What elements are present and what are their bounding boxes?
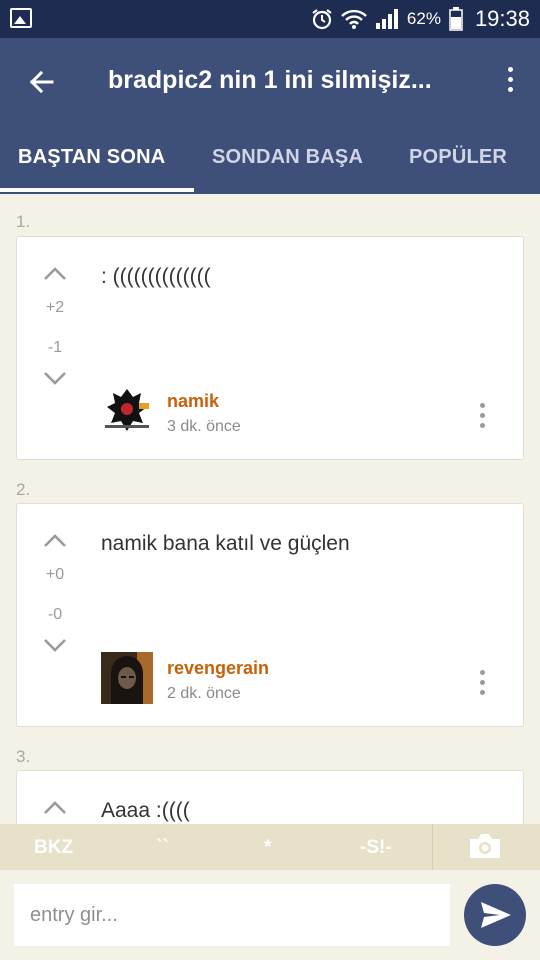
app-bar: bradpic2 nin 1 ini silmişiz... — [0, 38, 540, 122]
tab-populer[interactable]: POPÜLER — [409, 146, 507, 169]
upvote-count: +0 — [45, 566, 65, 583]
battery-percent: 62% — [406, 9, 441, 28]
avatar-hooded-figure-image — [101, 652, 153, 704]
entry-text: namik bana katıl ve güçlen — [101, 532, 350, 555]
entry-more-button[interactable] — [477, 403, 487, 433]
asterisk-button[interactable]: * — [264, 837, 271, 859]
entry-card: Aaaa :(((( — [16, 770, 524, 824]
page-title: bradpic2 nin 1 ini silmişiz... — [108, 66, 432, 94]
tab-bar: BAŞTAN SONA SONDAN BAŞA POPÜLER — [0, 122, 540, 194]
gallery-notification-icon — [10, 8, 32, 28]
entry-number: 3. — [16, 747, 31, 766]
back-button[interactable] — [24, 64, 60, 100]
bkz-button[interactable]: BKZ — [34, 837, 73, 859]
upvote-button[interactable] — [43, 534, 67, 548]
active-tab-indicator — [0, 188, 194, 192]
spoiler-button[interactable]: -S!- — [360, 837, 392, 859]
dot — [479, 690, 485, 695]
chevron-down-icon — [44, 639, 66, 652]
entry-text: : (((((((((((((( — [101, 265, 211, 288]
entry-text: Aaaa :(((( — [101, 799, 190, 822]
entry-card: +0 -0 namik bana katıl ve güçlen revenge… — [16, 503, 524, 727]
dot — [507, 77, 513, 82]
entry-number: 2. — [16, 480, 31, 499]
send-icon — [481, 902, 511, 928]
chevron-down-icon — [44, 372, 66, 385]
downvote-button[interactable] — [43, 371, 67, 385]
avatar[interactable] — [101, 385, 153, 437]
compose-bar — [0, 870, 540, 960]
tab-sondan-basa[interactable]: SONDAN BAŞA — [212, 146, 363, 169]
entry-input[interactable] — [14, 884, 450, 946]
status-bar: 62% 19:38 — [0, 0, 540, 38]
entry-card: +2 -1 : (((((((((((((( namik 3 dk. önce — [16, 236, 524, 460]
chevron-up-icon — [44, 267, 66, 280]
dot — [507, 67, 513, 72]
author-name[interactable]: revengerain — [167, 658, 269, 679]
format-toolbar: BKZ `` * -S!- — [0, 824, 540, 870]
camera-button[interactable] — [468, 832, 502, 860]
chevron-up-icon — [44, 534, 66, 547]
dot — [479, 680, 485, 685]
backtick-button[interactable]: `` — [156, 837, 169, 859]
avatar-crest-image — [101, 385, 153, 437]
upvote-count: +2 — [45, 299, 65, 316]
clock: 19:38 — [474, 6, 530, 31]
downvote-count: -0 — [47, 606, 63, 623]
dot — [479, 403, 485, 408]
entry-time: 3 dk. önce — [167, 418, 241, 435]
battery-icon — [449, 7, 463, 31]
entry-more-button[interactable] — [477, 670, 487, 700]
overflow-menu-button[interactable] — [502, 64, 518, 100]
upvote-button[interactable] — [43, 801, 67, 815]
entry-number: 1. — [16, 212, 31, 231]
downvote-count: -1 — [47, 339, 63, 356]
avatar[interactable] — [101, 652, 153, 704]
alarm-icon — [311, 8, 333, 30]
upvote-button[interactable] — [43, 267, 67, 281]
camera-icon — [470, 834, 500, 858]
dot — [479, 413, 485, 418]
dot — [479, 423, 485, 428]
dot — [479, 670, 485, 675]
entry-list[interactable]: 1. +2 -1 : (((((((((((((( namik 3 dk. ön… — [0, 194, 540, 824]
tab-bastan-sona[interactable]: BAŞTAN SONA — [18, 146, 165, 169]
author-name[interactable]: namik — [167, 391, 219, 412]
dot — [507, 87, 513, 92]
chevron-up-icon — [44, 801, 66, 814]
send-button[interactable] — [464, 884, 526, 946]
entry-time: 2 dk. önce — [167, 685, 241, 702]
divider — [432, 824, 433, 870]
signal-icon — [375, 8, 399, 30]
wifi-icon — [341, 8, 367, 30]
arrow-left-icon — [29, 70, 54, 94]
downvote-button[interactable] — [43, 638, 67, 652]
